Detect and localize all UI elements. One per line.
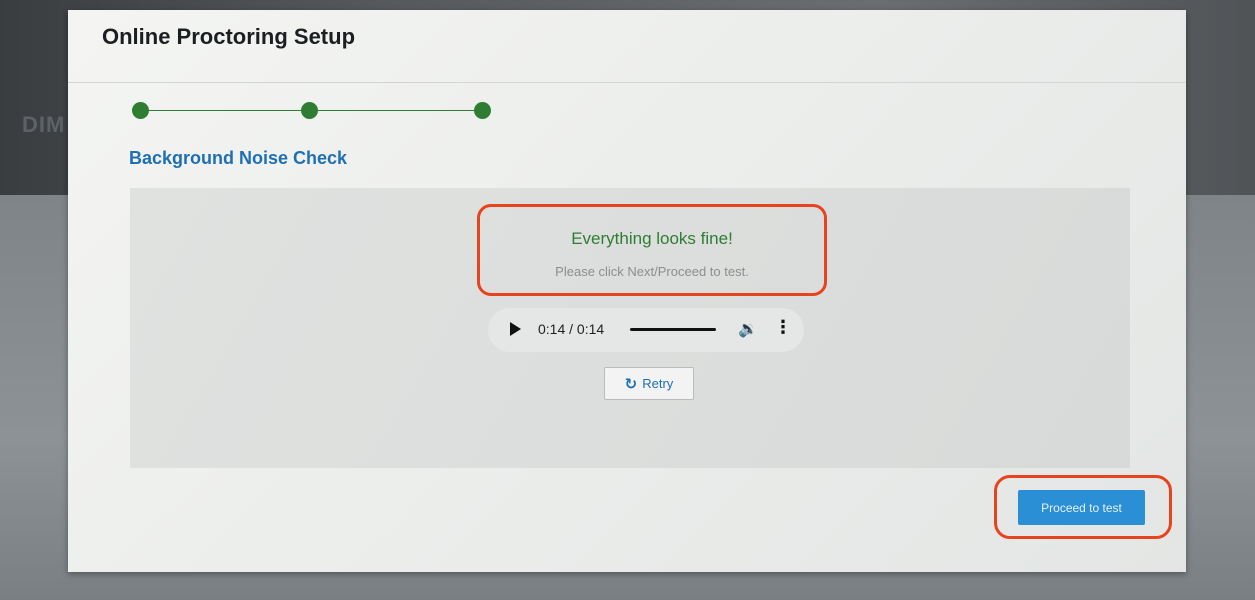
volume-icon[interactable]: 🔉 bbox=[738, 319, 758, 339]
more-vertical-icon[interactable]: ⋮ bbox=[774, 317, 792, 338]
modal-header: Online Proctoring Setup bbox=[68, 10, 1186, 83]
modal-title: Online Proctoring Setup bbox=[102, 24, 356, 49]
proctoring-setup-modal: Online Proctoring Setup Background Noise… bbox=[68, 10, 1186, 572]
background-partial-text: DIM bbox=[22, 112, 66, 137]
step-3-dot bbox=[474, 102, 491, 119]
status-highlight-annotation bbox=[477, 204, 827, 296]
audio-progress-track[interactable] bbox=[630, 328, 716, 331]
step-2-dot bbox=[301, 102, 318, 119]
proceed-to-test-button[interactable]: Proceed to test bbox=[1018, 490, 1145, 525]
audio-player[interactable]: 0:14 / 0:14 🔉 ⋮ bbox=[488, 308, 804, 352]
retry-button-label: Retry bbox=[642, 376, 674, 391]
retry-button[interactable]: ↻ Retry bbox=[604, 367, 694, 400]
section-title: Background Noise Check bbox=[129, 148, 348, 168]
step-1-dot bbox=[132, 102, 149, 119]
status-subtitle: Please click Next/Proceed to test. bbox=[555, 264, 749, 279]
refresh-icon: ↻ bbox=[624, 375, 638, 393]
audio-time-display: 0:14 / 0:14 bbox=[538, 321, 605, 337]
setup-stepper bbox=[132, 102, 492, 120]
step-2-3-connector bbox=[318, 110, 474, 111]
play-icon[interactable] bbox=[510, 322, 521, 336]
step-1-2-connector bbox=[149, 110, 301, 111]
status-title: Everything looks fine! bbox=[571, 229, 733, 248]
